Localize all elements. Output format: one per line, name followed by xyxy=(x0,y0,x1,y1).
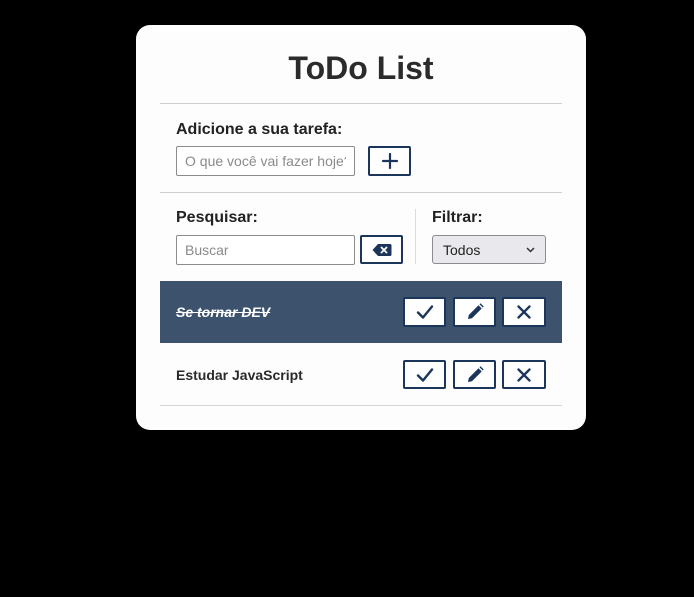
todo-item: Estudar JavaScript xyxy=(160,344,562,406)
check-icon xyxy=(416,367,433,382)
pencil-icon xyxy=(467,303,484,319)
finish-todo-button[interactable] xyxy=(403,360,446,389)
add-task-input[interactable] xyxy=(176,146,355,176)
plus-icon xyxy=(381,152,398,170)
check-icon xyxy=(416,305,433,319)
filter-label: Filtrar: xyxy=(432,209,483,226)
divider xyxy=(160,192,562,193)
clear-search-button[interactable] xyxy=(360,235,403,264)
pencil-icon xyxy=(467,365,484,382)
vertical-separator xyxy=(415,209,416,264)
chevron-down-icon xyxy=(526,246,535,253)
remove-todo-button[interactable] xyxy=(502,297,546,327)
search-input[interactable] xyxy=(176,235,355,265)
filter-selected-value: Todos xyxy=(443,241,481,258)
add-task-label: Adicione a sua tarefa: xyxy=(176,121,343,138)
close-icon xyxy=(517,305,531,319)
close-icon xyxy=(517,367,531,382)
remove-todo-button[interactable] xyxy=(502,360,546,389)
todo-text: Se tornar DEV xyxy=(176,304,271,320)
divider xyxy=(160,405,562,406)
todo-item: Se tornar DEV xyxy=(160,281,562,343)
edit-todo-button[interactable] xyxy=(453,360,496,389)
search-label: Pesquisar: xyxy=(176,209,258,226)
backspace-icon xyxy=(372,243,391,256)
divider xyxy=(160,103,562,104)
add-task-button[interactable] xyxy=(368,146,411,176)
finish-todo-button[interactable] xyxy=(403,297,446,327)
todo-text: Estudar JavaScript xyxy=(176,367,303,383)
todo-card: ToDo List Adicione a sua tarefa: Pesquis… xyxy=(136,25,586,430)
page-title: ToDo List xyxy=(288,50,434,86)
edit-todo-button[interactable] xyxy=(453,297,496,327)
filter-select[interactable]: Todos xyxy=(432,235,546,264)
